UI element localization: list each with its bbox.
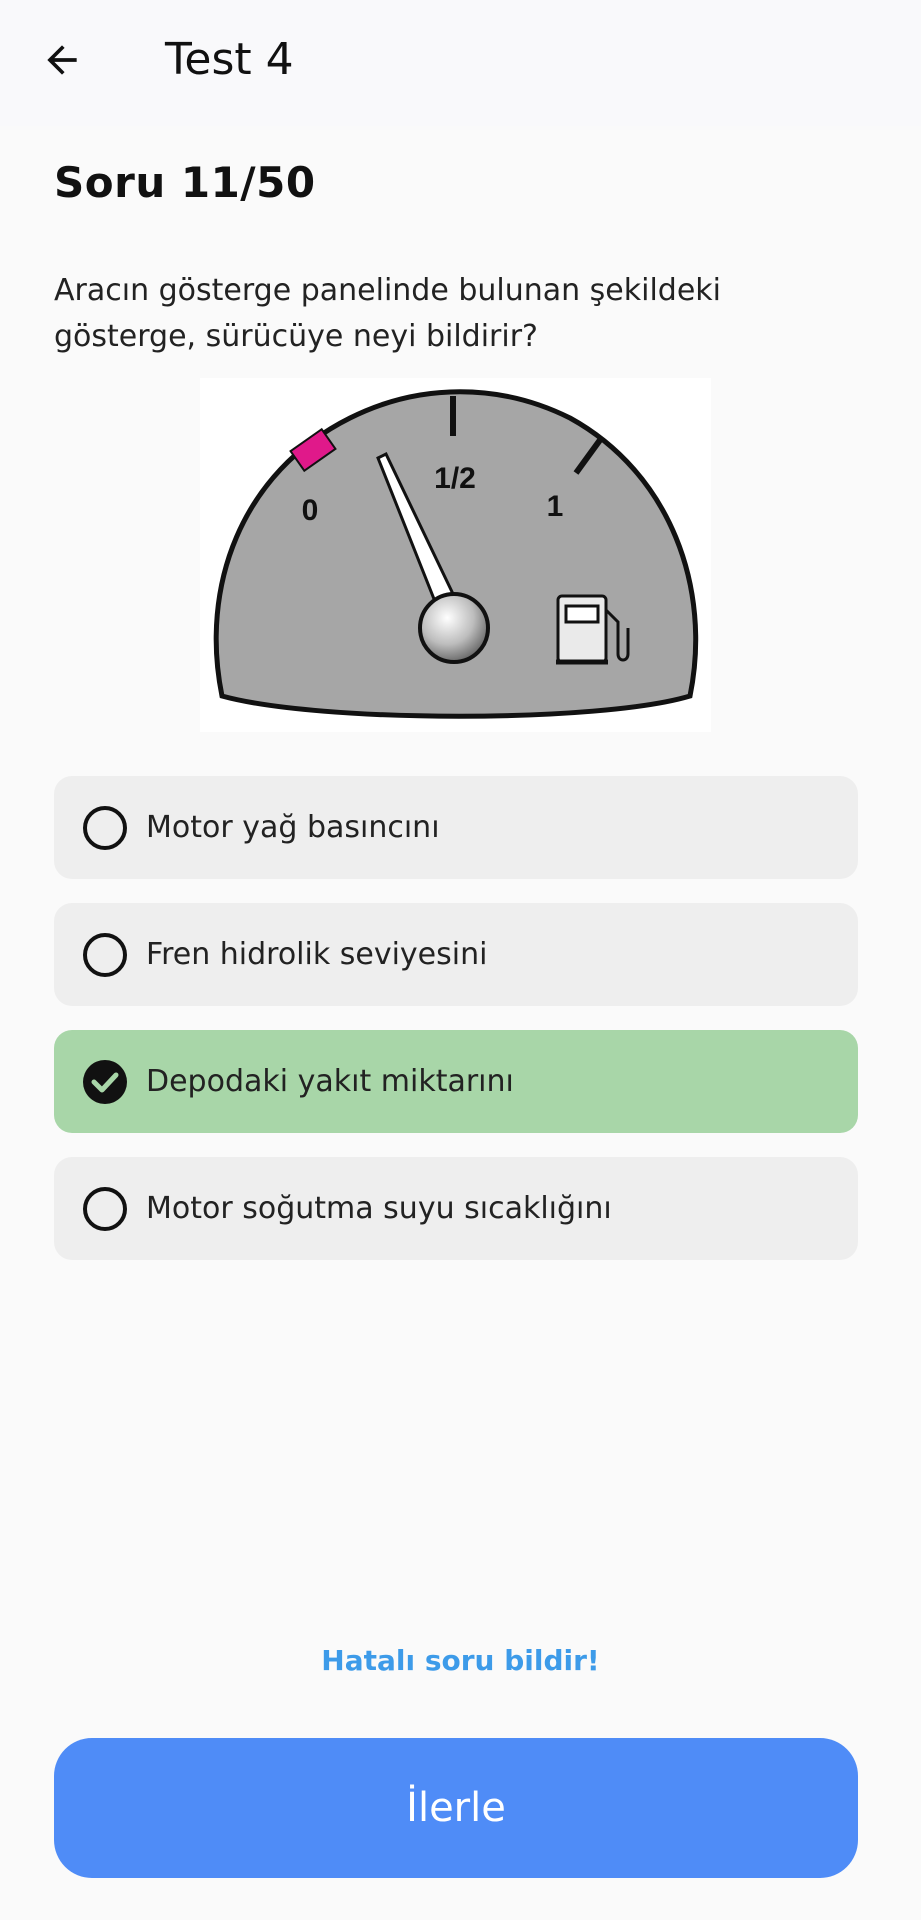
report-question-link[interactable]: Hatalı soru bildir! [0, 1644, 921, 1677]
radio-unchecked-icon [82, 805, 128, 851]
answer-option-3[interactable]: Depodaki yakıt miktarını [54, 1030, 858, 1133]
answer-label: Fren hidrolik seviyesini [146, 937, 488, 972]
arrow-left-icon [47, 45, 77, 75]
radio-unchecked-icon [82, 1186, 128, 1232]
check-circle-icon [82, 1059, 128, 1105]
back-button[interactable] [30, 28, 94, 92]
question-text: Aracın gösterge panelinde bulunan şekild… [54, 273, 722, 354]
answer-option-4[interactable]: Motor soğutma suyu sıcaklığını [54, 1157, 858, 1260]
gauge-label-zero: 0 [302, 494, 319, 527]
page-title: Test 4 [165, 34, 294, 85]
app-bar: Test 4 [0, 0, 921, 126]
answer-label: Motor yağ basıncını [146, 810, 440, 845]
answer-label: Motor soğutma suyu sıcaklığını [146, 1191, 612, 1226]
question-counter: Soru 11/50 [54, 158, 316, 207]
next-button[interactable]: İlerle [54, 1738, 858, 1878]
answer-label: Depodaki yakıt miktarını [146, 1064, 514, 1099]
answer-option-2[interactable]: Fren hidrolik seviyesini [54, 903, 858, 1006]
radio-unchecked-icon [82, 932, 128, 978]
fuel-gauge-image: 0 1/2 1 [200, 378, 711, 732]
answer-option-1[interactable]: Motor yağ basıncını [54, 776, 858, 879]
gauge-label-full: 1 [547, 490, 564, 523]
gauge-label-half: 1/2 [434, 462, 476, 495]
next-button-label: İlerle [406, 1785, 506, 1831]
